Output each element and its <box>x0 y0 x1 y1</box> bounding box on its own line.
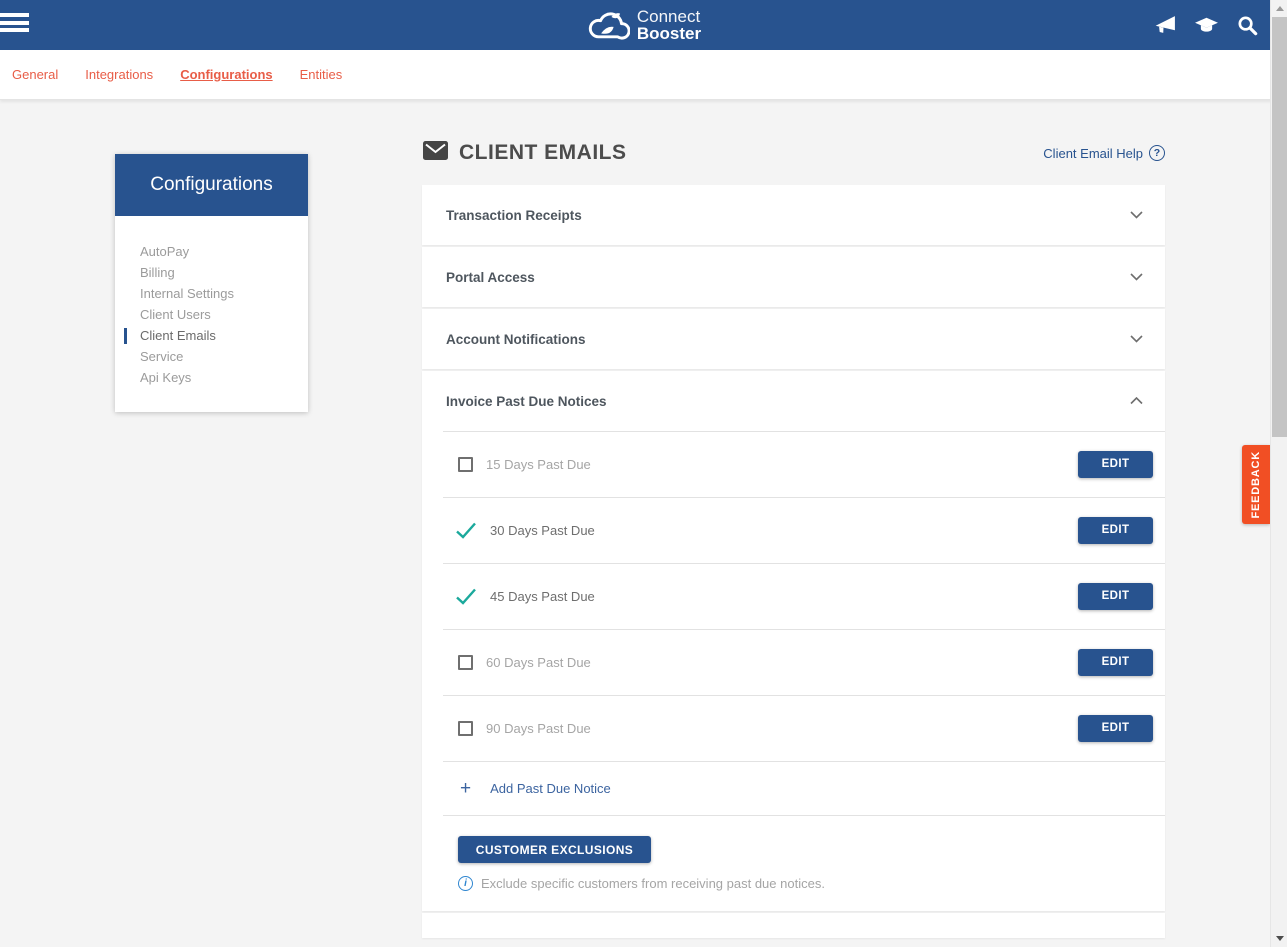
chevron-down-icon <box>1130 335 1143 343</box>
nav-tab-entities[interactable]: Entities <box>300 67 343 82</box>
info-circle-icon: i <box>458 876 473 891</box>
triangle-up-icon <box>1276 6 1284 11</box>
section-header-transaction-receipts[interactable]: Transaction Receipts <box>422 185 1165 245</box>
chevron-down-icon <box>1130 273 1143 281</box>
plus-icon: + <box>460 779 471 798</box>
chevron-down-icon <box>1130 211 1143 219</box>
past-due-row-60: 60 Days Past Due EDIT <box>422 629 1165 695</box>
sidebar-item-label: AutoPay <box>127 244 189 259</box>
checkbox-60-days[interactable] <box>458 655 473 670</box>
checkbox-90-days[interactable] <box>458 721 473 736</box>
section-transaction-receipts: Transaction Receipts <box>422 185 1165 245</box>
vertical-scrollbar[interactable] <box>1270 0 1287 947</box>
secondary-nav: General Integrations Configurations Enti… <box>0 50 1287 100</box>
header-actions <box>1152 0 1259 50</box>
row-label: 15 Days Past Due <box>486 457 591 472</box>
sidebar-item-label: Api Keys <box>127 370 191 385</box>
cloud-logo-icon <box>586 4 630 47</box>
row-label: 90 Days Past Due <box>486 721 591 736</box>
row-label: 60 Days Past Due <box>486 655 591 670</box>
graduation-cap-icon[interactable] <box>1194 13 1219 38</box>
add-label: Add Past Due Notice <box>490 781 611 796</box>
logo-line1: Connect <box>637 8 701 25</box>
past-due-row-45: 45 Days Past Due EDIT <box>422 563 1165 629</box>
nav-tab-configurations[interactable]: Configurations <box>180 67 272 82</box>
client-email-help-link[interactable]: Client Email Help ? <box>1043 145 1165 161</box>
sidebar-list: AutoPay Billing Internal Settings Client… <box>115 216 308 388</box>
help-link-label: Client Email Help <box>1043 146 1143 161</box>
section-header-portal-access[interactable]: Portal Access <box>422 247 1165 307</box>
top-header: Connect Booster <box>0 0 1287 50</box>
checkmark-icon[interactable] <box>455 588 477 605</box>
feedback-tab-label: FEEDBACK <box>1250 451 1262 519</box>
section-portal-access: Portal Access <box>422 247 1165 307</box>
past-due-row-30: 30 Days Past Due EDIT <box>422 497 1165 563</box>
sidebar-item-autopay[interactable]: AutoPay <box>115 241 308 262</box>
section-label: Invoice Past Due Notices <box>446 394 607 409</box>
sidebar-item-client-users[interactable]: Client Users <box>115 304 308 325</box>
checkmark-icon[interactable] <box>455 522 477 539</box>
add-past-due-notice-button[interactable]: + Add Past Due Notice <box>422 761 1165 815</box>
section-invoice-past-due-notices: Invoice Past Due Notices 15 Days Past Du… <box>422 371 1165 911</box>
sidebar-item-api-keys[interactable]: Api Keys <box>115 367 308 388</box>
sidebar-title: Configurations <box>115 154 308 216</box>
search-icon[interactable] <box>1236 14 1259 37</box>
row-label: 45 Days Past Due <box>490 589 595 604</box>
exclusions-note: i Exclude specific customers from receiv… <box>458 876 1165 891</box>
megaphone-icon[interactable] <box>1152 13 1177 38</box>
sidebar-item-service[interactable]: Service <box>115 346 308 367</box>
edit-button-60-days[interactable]: EDIT <box>1078 649 1153 676</box>
sidebar-item-client-emails[interactable]: Client Emails <box>115 325 308 346</box>
client-emails-accordion: Transaction Receipts Portal Access Accou… <box>422 185 1165 938</box>
page-title: CLIENT EMAILS <box>459 141 627 165</box>
row-label: 30 Days Past Due <box>490 523 595 538</box>
scrollbar-thumb[interactable] <box>1272 17 1287 437</box>
section-label: Account Notifications <box>446 332 586 347</box>
scroll-down-arrow[interactable] <box>1271 930 1287 947</box>
section-label: Transaction Receipts <box>446 208 582 223</box>
sidebar-item-label: Client Users <box>127 307 211 322</box>
nav-tab-general[interactable]: General <box>12 67 58 82</box>
logo-line2: Booster <box>637 25 701 42</box>
logo-text: Connect Booster <box>637 8 701 42</box>
past-due-row-90: 90 Days Past Due EDIT <box>422 695 1165 761</box>
edit-button-15-days[interactable]: EDIT <box>1078 451 1153 478</box>
configurations-sidebar: Configurations AutoPay Billing Internal … <box>115 154 308 412</box>
scroll-up-arrow[interactable] <box>1271 0 1287 17</box>
main-content: CLIENT EMAILS Client Email Help ? Transa… <box>422 135 1165 938</box>
nav-tab-integrations[interactable]: Integrations <box>85 67 153 82</box>
edit-button-90-days[interactable]: EDIT <box>1078 715 1153 742</box>
section-header-account-notifications[interactable]: Account Notifications <box>422 309 1165 369</box>
customer-exclusions-block: CUSTOMER EXCLUSIONS i Exclude specific c… <box>422 815 1165 911</box>
next-section-partial <box>422 913 1165 938</box>
sidebar-item-internal-settings[interactable]: Internal Settings <box>115 283 308 304</box>
section-header-invoice-past-due-notices[interactable]: Invoice Past Due Notices <box>422 371 1165 431</box>
exclusions-note-text: Exclude specific customers from receivin… <box>481 876 825 891</box>
triangle-down-icon <box>1276 936 1284 941</box>
question-circle-icon: ? <box>1149 145 1165 161</box>
envelope-icon <box>423 141 448 165</box>
past-due-row-15: 15 Days Past Due EDIT <box>422 431 1165 497</box>
app-logo[interactable]: Connect Booster <box>0 0 1287 50</box>
feedback-tab[interactable]: FEEDBACK <box>1242 445 1270 524</box>
checkbox-15-days[interactable] <box>458 457 473 472</box>
sidebar-item-label: Client Emails <box>127 328 216 343</box>
page-title-row: CLIENT EMAILS Client Email Help ? <box>422 135 1165 171</box>
sidebar-item-billing[interactable]: Billing <box>115 262 308 283</box>
title-group: CLIENT EMAILS <box>423 141 627 165</box>
chevron-up-icon <box>1130 397 1143 405</box>
sidebar-item-label: Billing <box>127 265 175 280</box>
customer-exclusions-button[interactable]: CUSTOMER EXCLUSIONS <box>458 836 651 863</box>
edit-button-30-days[interactable]: EDIT <box>1078 517 1153 544</box>
section-account-notifications: Account Notifications <box>422 309 1165 369</box>
sidebar-item-label: Service <box>127 349 183 364</box>
edit-button-45-days[interactable]: EDIT <box>1078 583 1153 610</box>
sidebar-item-label: Internal Settings <box>127 286 234 301</box>
section-label: Portal Access <box>446 270 535 285</box>
